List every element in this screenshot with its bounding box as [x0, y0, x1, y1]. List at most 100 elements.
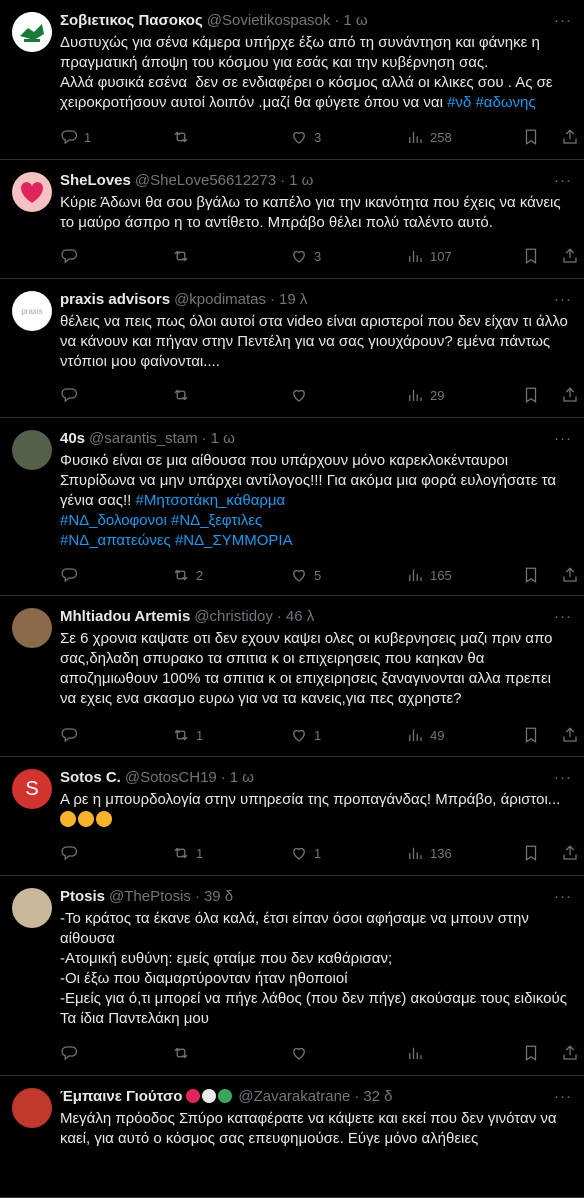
- tweet[interactable]: Mhltiadou Artemis @christidoy · 46 λ ··· Σε 6…: [0, 596, 584, 757]
- tweet[interactable]: 40s @sarantis_stam · 1 ω ··· Φυσικό είναι σε …: [0, 418, 584, 596]
- user-handle[interactable]: @ThePtosis: [109, 887, 191, 907]
- retweet-button[interactable]: [172, 386, 196, 404]
- reply-button[interactable]: [60, 566, 84, 584]
- avatar[interactable]: [12, 888, 52, 928]
- avatar[interactable]: [12, 172, 52, 212]
- views-button[interactable]: 29: [406, 386, 444, 404]
- avatar[interactable]: S: [12, 769, 52, 809]
- like-button[interactable]: 3: [290, 247, 321, 265]
- views-button[interactable]: 258: [406, 128, 452, 146]
- user-handle[interactable]: @christidoy: [194, 607, 273, 627]
- user-handle[interactable]: @Zavarakatrane: [238, 1087, 350, 1107]
- more-icon[interactable]: ···: [554, 429, 572, 449]
- retweet-button[interactable]: [172, 247, 196, 265]
- hashtag-link[interactable]: #ΝΔ_δολοφονοι: [60, 512, 167, 529]
- more-icon[interactable]: ···: [554, 887, 572, 907]
- reply-button[interactable]: [60, 386, 84, 404]
- bookmark-button[interactable]: [522, 386, 540, 404]
- retweet-button[interactable]: 1: [172, 844, 203, 862]
- views-button[interactable]: 136: [406, 844, 452, 862]
- reply-button[interactable]: [60, 726, 84, 744]
- views-button[interactable]: [406, 1044, 430, 1062]
- hashtag-link[interactable]: #ΝΔ_ΣΥΜΜΟΡΙΑ: [175, 532, 293, 549]
- more-icon[interactable]: ···: [554, 171, 572, 191]
- tweet[interactable]: S Sotos C. @SotosCH19 · 1 ω ··· Α ρε η μπουρδο…: [0, 757, 584, 876]
- timestamp[interactable]: 19 λ: [279, 290, 307, 310]
- avatar[interactable]: praxis: [12, 291, 52, 331]
- bookmark-button[interactable]: [522, 247, 540, 265]
- hashtag-link[interactable]: #αδωνης: [475, 94, 535, 111]
- bookmark-button[interactable]: [522, 566, 540, 584]
- user-handle[interactable]: @sarantis_stam: [89, 429, 198, 449]
- display-name[interactable]: praxis advisors: [60, 290, 170, 310]
- avatar[interactable]: [12, 608, 52, 648]
- display-name[interactable]: Mhltiadou Artemis: [60, 607, 190, 627]
- hashtag-link[interactable]: #Μητσοτάκη_κάθαρμα: [136, 492, 286, 509]
- share-button[interactable]: [561, 386, 579, 404]
- bookmark-button[interactable]: [522, 844, 540, 862]
- avatar[interactable]: [12, 12, 52, 52]
- retweet-button[interactable]: 2: [172, 566, 203, 584]
- tweet[interactable]: SheLoves @SheLove56612273 · 1 ω ··· Κύριε Άδω…: [0, 160, 584, 279]
- timestamp[interactable]: 1 ω: [211, 429, 235, 449]
- more-icon[interactable]: ···: [554, 11, 572, 31]
- more-icon[interactable]: ···: [554, 290, 572, 310]
- reply-button[interactable]: [60, 247, 84, 265]
- display-name[interactable]: 40s: [60, 429, 85, 449]
- hashtag-link[interactable]: #ΝΔ_ξεφτιλες: [171, 512, 262, 529]
- retweet-button[interactable]: [172, 128, 196, 146]
- hashtag-link[interactable]: #ΝΔ_απατεώνες: [60, 532, 171, 549]
- timestamp[interactable]: 39 δ: [204, 887, 233, 907]
- display-name[interactable]: SheLoves: [60, 171, 131, 191]
- views-button[interactable]: 49: [406, 726, 444, 744]
- share-button[interactable]: [561, 247, 579, 265]
- like-button[interactable]: 1: [290, 726, 321, 744]
- tweet[interactable]: Σοβιετικος Πασοκος @Sovietikospasok · 1 ω ··…: [0, 0, 584, 160]
- more-icon[interactable]: ···: [554, 768, 572, 788]
- share-button[interactable]: [561, 566, 579, 584]
- views-button[interactable]: 165: [406, 566, 452, 584]
- more-icon[interactable]: ···: [554, 607, 572, 627]
- user-handle[interactable]: @SotosCH19: [125, 768, 217, 788]
- timestamp[interactable]: 1 ω: [230, 768, 254, 788]
- avatar[interactable]: [12, 430, 52, 470]
- display-name[interactable]: Έμπαινε Γιούτσο: [60, 1087, 182, 1107]
- display-name[interactable]: Ptosis: [60, 887, 105, 907]
- like-button[interactable]: 5: [290, 566, 321, 584]
- share-button[interactable]: [561, 844, 579, 862]
- separator-dot: ·: [276, 608, 282, 625]
- display-name[interactable]: Σοβιετικος Πασοκος: [60, 11, 203, 31]
- timestamp[interactable]: 32 δ: [363, 1087, 392, 1107]
- user-handle[interactable]: @Sovietikospasok: [207, 11, 331, 31]
- user-handle[interactable]: @kpodimatas: [174, 290, 266, 310]
- share-button[interactable]: [561, 726, 579, 744]
- share-button[interactable]: [561, 1044, 579, 1062]
- timestamp[interactable]: 46 λ: [286, 607, 314, 627]
- retweet-count: 1: [196, 727, 204, 743]
- bookmark-button[interactable]: [522, 726, 540, 744]
- tweet[interactable]: praxis praxis advisors @kpodimatas · 19 λ ···…: [0, 279, 584, 418]
- retweet-button[interactable]: 1: [172, 726, 203, 744]
- like-button[interactable]: 1: [290, 844, 321, 862]
- timestamp[interactable]: 1 ω: [289, 171, 313, 191]
- reply-button[interactable]: [60, 1044, 84, 1062]
- like-button[interactable]: 3: [290, 128, 321, 146]
- display-name[interactable]: Sotos C.: [60, 768, 121, 788]
- share-button[interactable]: [561, 128, 579, 146]
- hashtag-link[interactable]: #νδ: [447, 94, 471, 111]
- timestamp[interactable]: 1 ω: [343, 11, 367, 31]
- user-handle[interactable]: @SheLove56612273: [135, 171, 276, 191]
- avatar[interactable]: [12, 1088, 52, 1128]
- retweet-button[interactable]: [172, 1044, 196, 1062]
- tweet[interactable]: Έμπαινε Γιούτσο @Zavarakatrane · 32 δ ··· Μεγ…: [0, 1076, 584, 1198]
- views-button[interactable]: 107: [406, 247, 452, 265]
- tweet-content: Mhltiadou Artemis @christidoy · 46 λ ··· Σε 6…: [60, 607, 572, 709]
- tweet[interactable]: Ptosis @ThePtosis · 39 δ ··· -Το κράτος τα έκ…: [0, 876, 584, 1076]
- like-button[interactable]: [290, 386, 314, 404]
- reply-button[interactable]: [60, 844, 84, 862]
- more-icon[interactable]: ···: [554, 1087, 572, 1107]
- bookmark-button[interactable]: [522, 128, 540, 146]
- reply-button[interactable]: 1: [60, 128, 91, 146]
- like-button[interactable]: [290, 1044, 314, 1062]
- bookmark-button[interactable]: [522, 1044, 540, 1062]
